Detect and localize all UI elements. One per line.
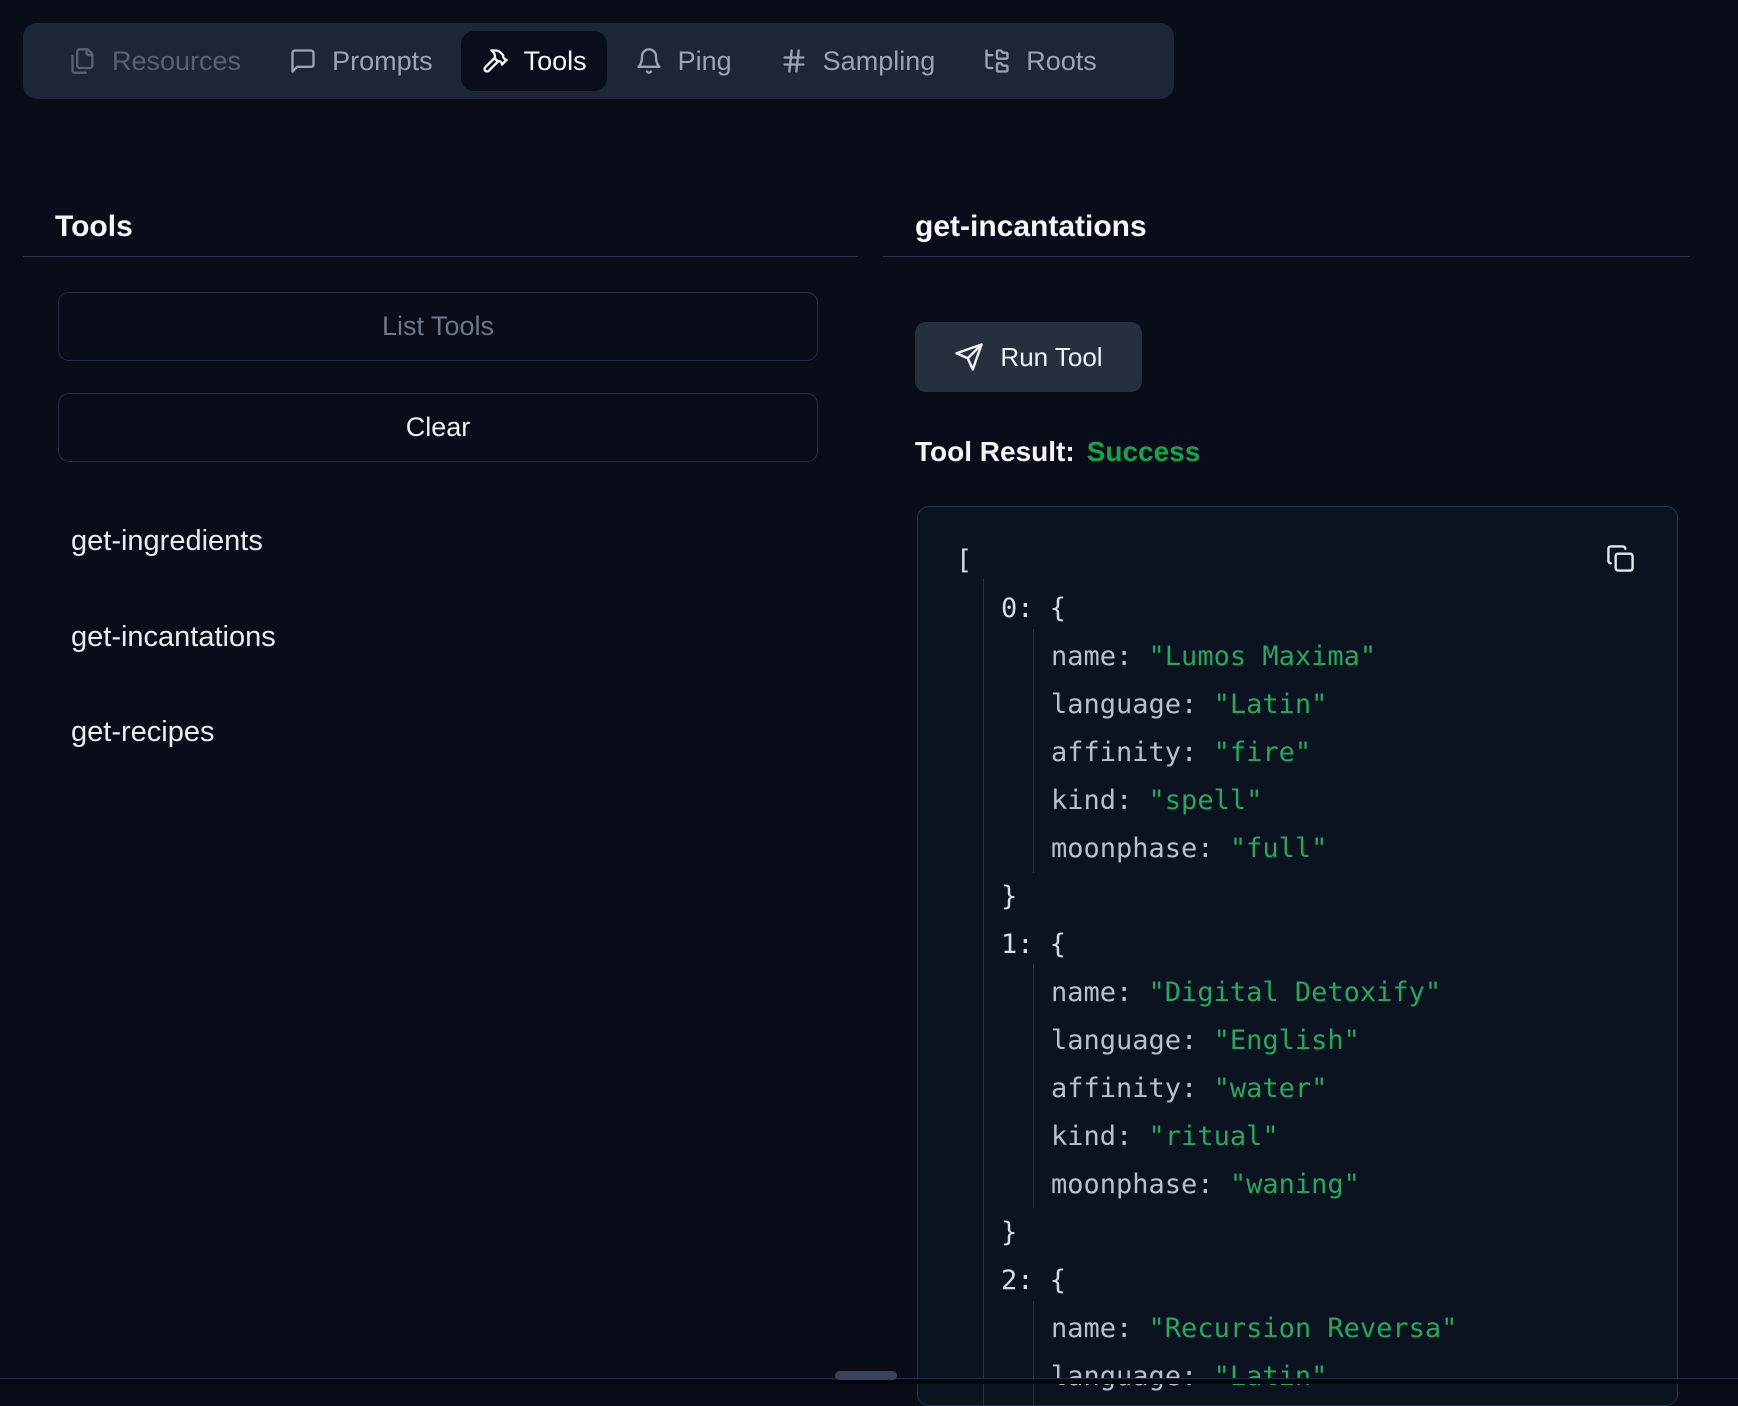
json-line: 0: { xyxy=(918,585,1677,633)
json-line: name: "Recursion Reversa" xyxy=(918,1305,1677,1353)
left-panel-divider xyxy=(23,256,858,257)
tool-result-json-viewer: [0: {name: "Lumos Maxima"language: "Lati… xyxy=(917,506,1678,1406)
tab-sampling[interactable]: Sampling xyxy=(760,31,956,91)
folder-tree-icon xyxy=(983,47,1011,75)
message-square-icon xyxy=(289,47,317,75)
main-tab-bar: Resources Prompts Tools Ping Sampling Ro… xyxy=(23,23,1174,99)
json-line: [ xyxy=(918,537,1677,585)
files-icon xyxy=(69,47,97,75)
tab-label: Roots xyxy=(1026,46,1097,77)
tool-result-status: Success xyxy=(1087,436,1201,467)
tool-list-item-get-incantations[interactable]: get-incantations xyxy=(71,620,276,654)
json-line: kind: "ritual" xyxy=(918,1113,1677,1161)
tool-list-item-get-recipes[interactable]: get-recipes xyxy=(71,715,214,749)
json-line: } xyxy=(918,1209,1677,1257)
json-line: language: "Latin" xyxy=(918,681,1677,729)
tab-resources[interactable]: Resources xyxy=(49,31,261,91)
tab-label: Resources xyxy=(112,46,241,77)
json-line: language: "English" xyxy=(918,1017,1677,1065)
tab-ping[interactable]: Ping xyxy=(615,31,752,91)
json-line: kind: "spell" xyxy=(918,777,1677,825)
tab-label: Sampling xyxy=(823,46,936,77)
json-line: moonphase: "waning" xyxy=(918,1161,1677,1209)
json-line: name: "Lumos Maxima" xyxy=(918,633,1677,681)
selected-tool-title: get-incantations xyxy=(915,210,1147,244)
tab-roots[interactable]: Roots xyxy=(963,31,1117,91)
json-line: moonphase: "full" xyxy=(918,825,1677,873)
run-tool-button[interactable]: Run Tool xyxy=(915,322,1142,392)
json-line: affinity: "water" xyxy=(918,1065,1677,1113)
tab-label: Ping xyxy=(678,46,732,77)
list-tools-button[interactable]: List Tools xyxy=(58,292,818,361)
json-line: affinity: "fire" xyxy=(918,729,1677,777)
json-lines: [0: {name: "Lumos Maxima"language: "Lati… xyxy=(918,537,1677,1401)
bell-icon xyxy=(635,47,663,75)
tools-panel-title: Tools xyxy=(55,210,133,244)
hash-icon xyxy=(780,47,808,75)
tab-label: Prompts xyxy=(332,46,433,77)
json-line: language: "Latin" xyxy=(918,1353,1677,1401)
tab-label: Tools xyxy=(524,46,587,77)
right-panel-divider xyxy=(883,256,1690,257)
tool-result-label: Tool Result: xyxy=(915,436,1075,467)
json-line: name: "Digital Detoxify" xyxy=(918,969,1677,1017)
tab-tools[interactable]: Tools xyxy=(461,31,607,91)
send-icon xyxy=(954,342,984,372)
json-line: 2: { xyxy=(918,1257,1677,1305)
horizontal-scrollbar-thumb[interactable] xyxy=(835,1371,897,1380)
tool-list-item-get-ingredients[interactable]: get-ingredients xyxy=(71,524,263,558)
json-line: } xyxy=(918,873,1677,921)
hammer-icon xyxy=(481,47,509,75)
run-tool-label: Run Tool xyxy=(1000,342,1102,373)
tool-result-line: Tool Result: Success xyxy=(915,436,1200,468)
tab-prompts[interactable]: Prompts xyxy=(269,31,453,91)
json-line: 1: { xyxy=(918,921,1677,969)
clear-button[interactable]: Clear xyxy=(58,393,818,462)
